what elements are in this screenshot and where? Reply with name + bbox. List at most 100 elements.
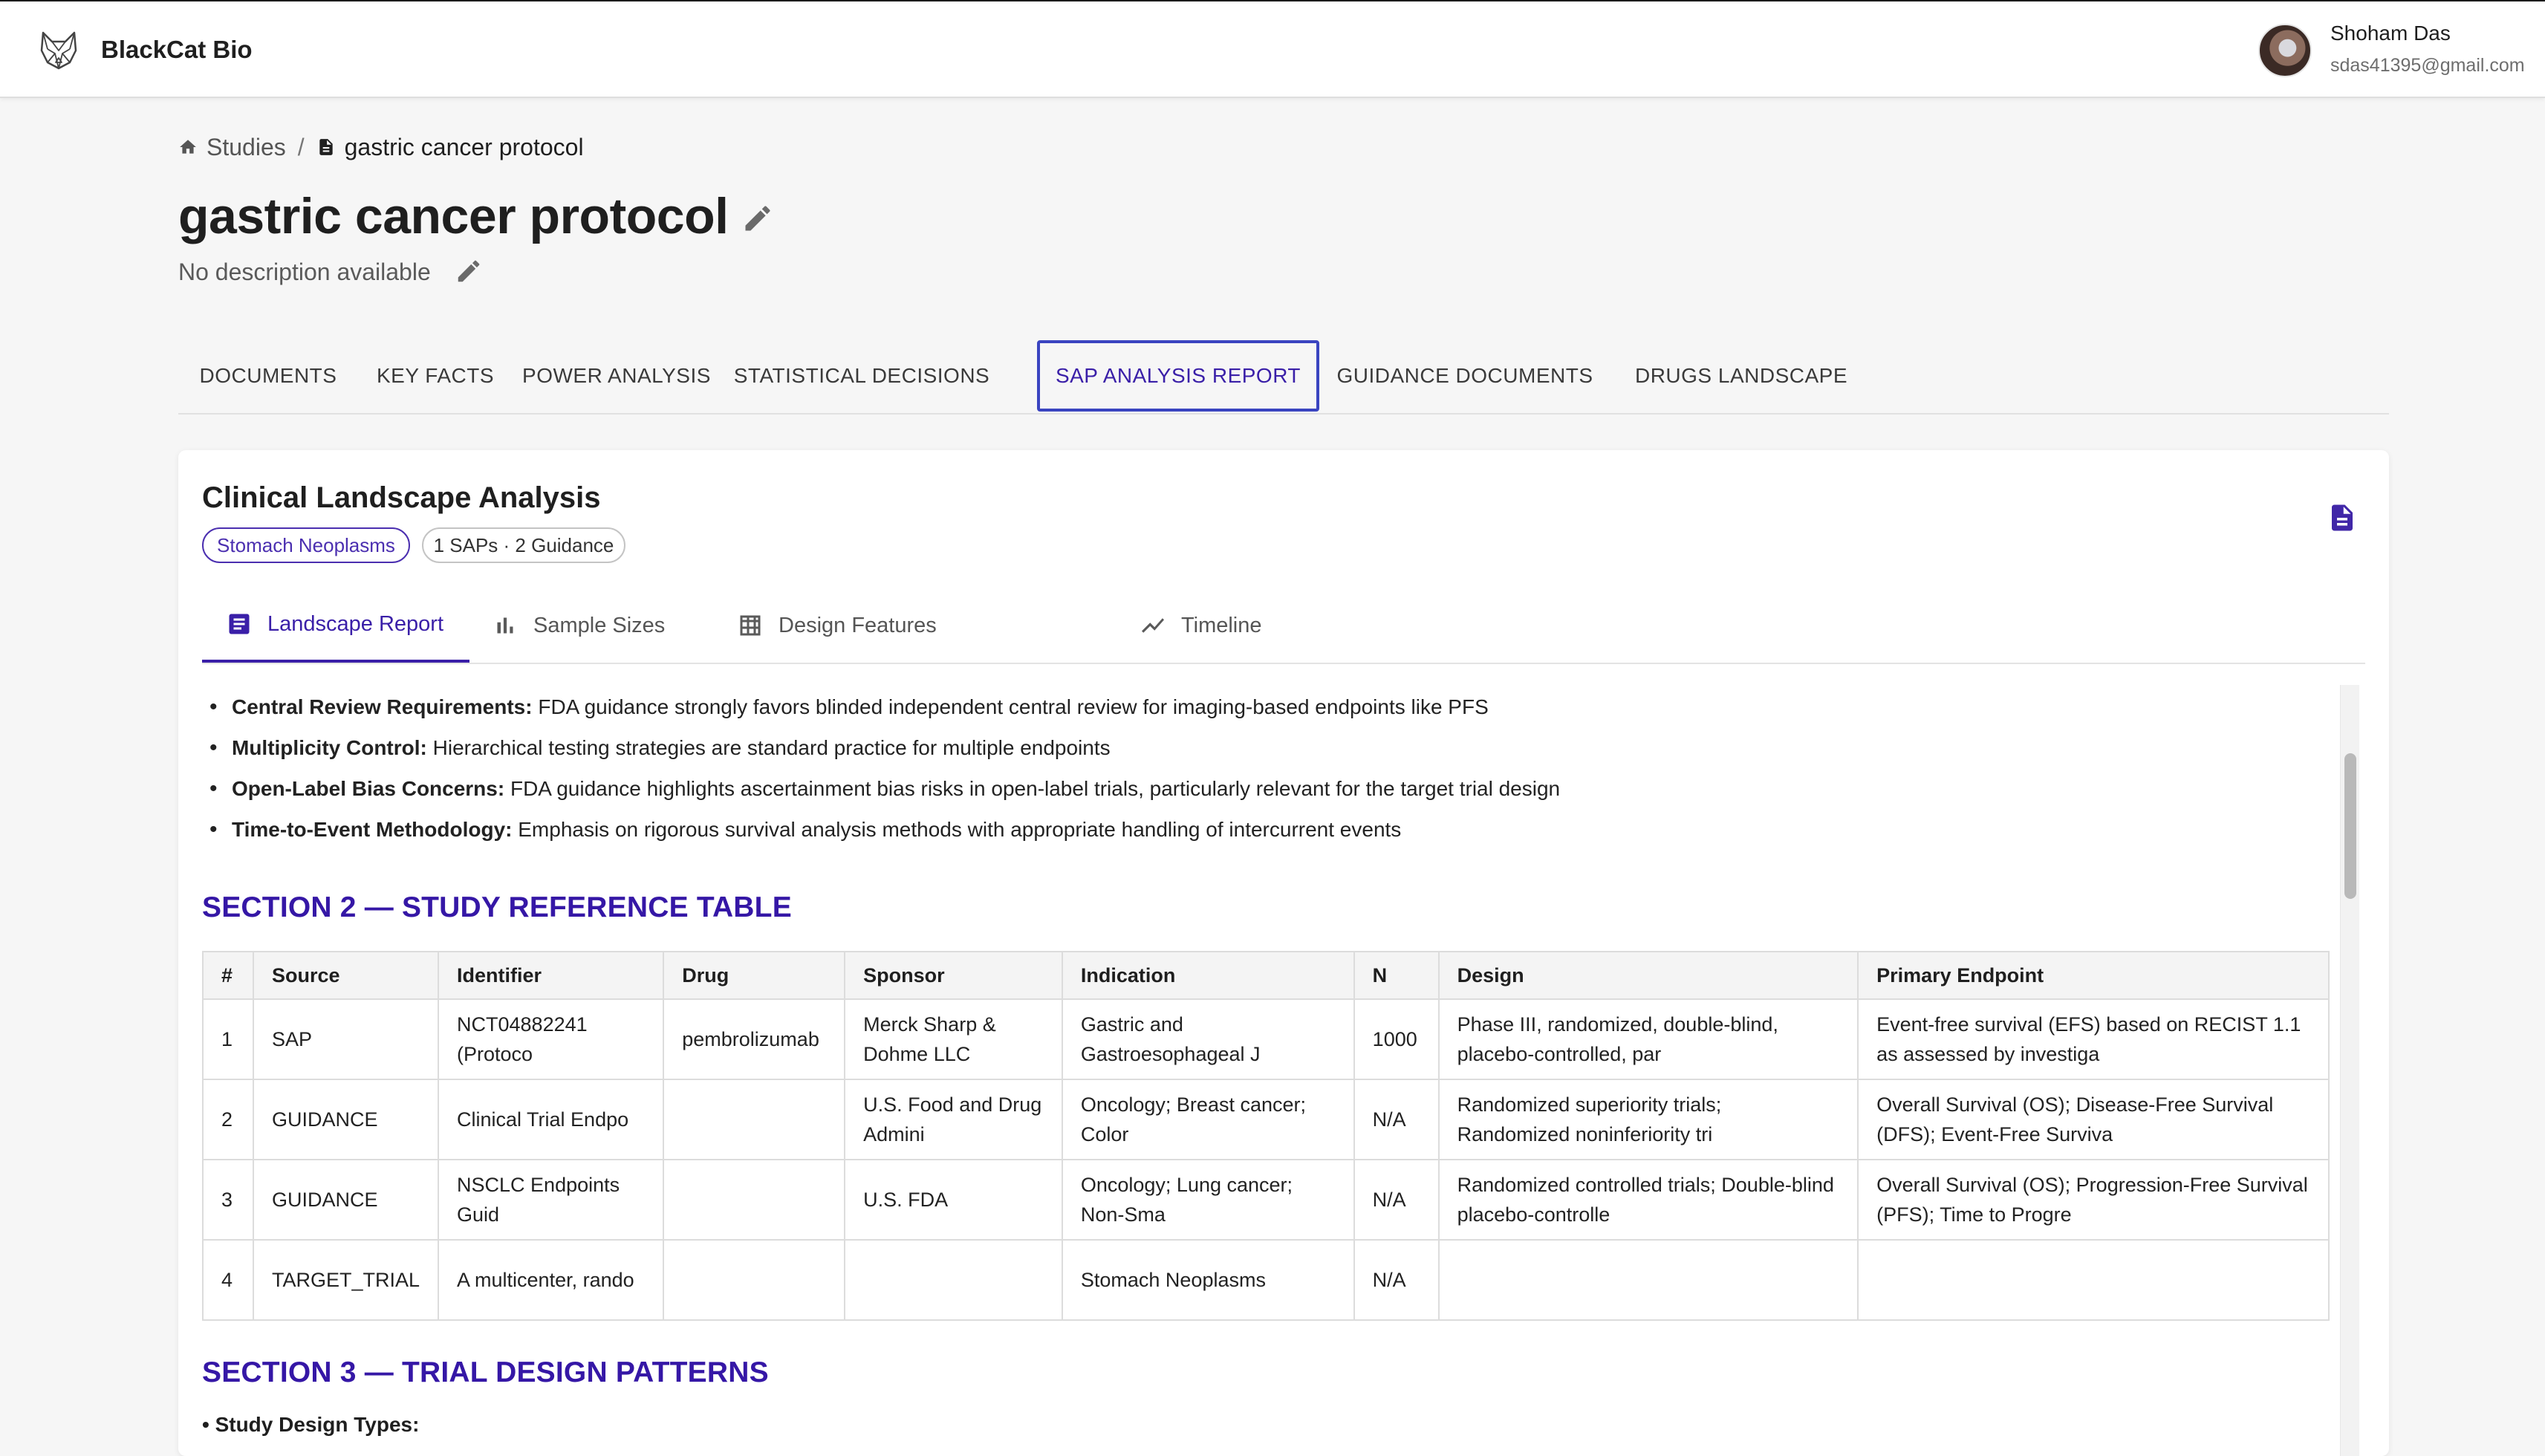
subtab-landscape-report-label: Landscape Report bbox=[267, 611, 443, 636]
table-cell: TARGET_TRIAL bbox=[252, 1239, 440, 1321]
table-cell: 1 bbox=[202, 998, 254, 1080]
user-email: sdas41395@gmail.com bbox=[2330, 55, 2525, 76]
table-cell: GUIDANCE bbox=[252, 1079, 440, 1160]
list-item: Central Review Requirements: FDA guidanc… bbox=[202, 692, 2330, 733]
column-header: Drug bbox=[663, 951, 846, 1000]
trend-line-icon bbox=[1142, 618, 1164, 633]
tab-guidance-documents[interactable]: GUIDANCE DOCUMENTS bbox=[1328, 340, 1602, 412]
user-avatar[interactable] bbox=[2258, 24, 2312, 77]
table-cell: 2 bbox=[202, 1079, 254, 1160]
column-header: Source bbox=[252, 951, 440, 1000]
table-cell: NCT04882241 (Protoco bbox=[438, 998, 665, 1080]
column-header: N bbox=[1353, 951, 1440, 1000]
table-cell bbox=[1437, 1239, 1859, 1321]
table-cell: N/A bbox=[1353, 1239, 1440, 1321]
bar-chart-icon bbox=[497, 617, 513, 634]
subtab-sample-sizes[interactable]: Sample Sizes bbox=[492, 588, 665, 663]
table-row: 4 TARGET_TRIAL A multicenter, rando Stom… bbox=[202, 1239, 2330, 1321]
list-item: Time-to-Event Methodology: Emphasis on r… bbox=[202, 815, 2330, 856]
study-reference-table: # Source Identifier Drug Sponsor Indicat… bbox=[202, 951, 2330, 1321]
table-cell: Randomized controlled trials; Double-bli… bbox=[1437, 1159, 1859, 1241]
column-header: # bbox=[202, 951, 254, 1000]
tab-power-analysis[interactable]: POWER ANALYSIS bbox=[511, 340, 722, 412]
document-icon bbox=[319, 139, 333, 155]
table-cell bbox=[1857, 1239, 2330, 1321]
tab-documents[interactable]: DOCUMENTS bbox=[178, 340, 358, 412]
section-3-heading: SECTION 3 — TRIAL DESIGN PATTERNS bbox=[202, 1356, 769, 1388]
tab-sap-analysis-report[interactable]: SAP ANALYSIS REPORT bbox=[1037, 340, 1319, 412]
considerations-list: Central Review Requirements: FDA guidanc… bbox=[202, 692, 2330, 856]
study-design-types-label: • Study Design Types: bbox=[202, 1413, 420, 1436]
column-header: Design bbox=[1437, 951, 1859, 1000]
clinical-landscape-card: Clinical Landscape Analysis Stomach Neop… bbox=[178, 450, 2389, 1456]
subtab-design-features[interactable]: Design Features bbox=[737, 588, 937, 663]
table-cell: 1000 bbox=[1353, 998, 1440, 1080]
subtab-design-features-label: Design Features bbox=[779, 613, 937, 637]
cat-logo-icon[interactable] bbox=[37, 28, 80, 71]
column-header: Identifier bbox=[438, 951, 665, 1000]
subtab-sample-sizes-label: Sample Sizes bbox=[533, 613, 666, 637]
indication-chip: Stomach Neoplasms bbox=[202, 527, 410, 563]
table-cell: GUIDANCE bbox=[252, 1159, 440, 1241]
page-title: gastric cancer protocol bbox=[178, 188, 729, 244]
page-description: No description available bbox=[178, 259, 431, 285]
export-document-icon[interactable] bbox=[2327, 502, 2358, 533]
table-cell: U.S. FDA bbox=[844, 1159, 1063, 1241]
breadcrumb-separator: / bbox=[297, 133, 305, 160]
edit-description-pencil-icon[interactable] bbox=[455, 257, 483, 285]
list-item: Open-Label Bias Concerns: FDA guidance h… bbox=[202, 774, 2330, 815]
table-cell: N/A bbox=[1353, 1079, 1440, 1160]
breadcrumb: Studies / gastric cancer protocol bbox=[178, 132, 584, 162]
subtab-timeline[interactable]: Timeline bbox=[1140, 588, 1262, 663]
brand-name[interactable]: BlackCat Bio bbox=[101, 36, 253, 64]
main-tabs: DOCUMENTS KEY FACTS POWER ANALYSIS STATI… bbox=[178, 340, 2389, 415]
table-cell: Phase III, randomized, double-blind, pla… bbox=[1437, 998, 1859, 1080]
breadcrumb-current: gastric cancer protocol bbox=[316, 134, 584, 161]
table-cell: Gastric and Gastroesophageal J bbox=[1061, 998, 1355, 1080]
tab-statistical-decisions[interactable]: STATISTICAL DECISIONS bbox=[728, 340, 995, 412]
table-cell: pembrolizumab bbox=[663, 998, 846, 1080]
scrollbar-thumb[interactable] bbox=[2344, 753, 2356, 899]
edit-title-pencil-icon[interactable] bbox=[741, 202, 774, 235]
article-icon bbox=[229, 614, 250, 634]
table-cell: Oncology; Breast cancer; Color bbox=[1061, 1079, 1355, 1160]
table-cell bbox=[663, 1159, 846, 1241]
report-scrollbar[interactable] bbox=[2340, 685, 2359, 1456]
table-cell: NSCLC Endpoints Guid bbox=[438, 1159, 665, 1241]
table-cell: Event-free survival (EFS) based on RECIS… bbox=[1857, 998, 2330, 1080]
table-cell bbox=[663, 1239, 846, 1321]
table-row: 3 GUIDANCE NSCLC Endpoints Guid U.S. FDA… bbox=[202, 1159, 2330, 1241]
section-2-heading: SECTION 2 — STUDY REFERENCE TABLE bbox=[202, 891, 792, 923]
source-count-chip: 1 SAPs · 2 Guidance bbox=[422, 527, 625, 563]
table-cell: A multicenter, rando bbox=[438, 1239, 665, 1321]
tab-drugs-landscape[interactable]: DRUGS LANDSCAPE bbox=[1622, 340, 1860, 412]
home-icon bbox=[180, 140, 196, 154]
tab-key-facts[interactable]: KEY FACTS bbox=[364, 340, 507, 412]
subtab-landscape-report[interactable]: Landscape Report bbox=[202, 588, 469, 663]
table-cell: Overall Survival (OS); Progression-Free … bbox=[1857, 1159, 2330, 1241]
report-content[interactable]: Central Review Requirements: FDA guidanc… bbox=[202, 685, 2330, 1456]
table-cell: 4 bbox=[202, 1239, 254, 1321]
table-cell: Merck Sharp & Dohme LLC bbox=[844, 998, 1063, 1080]
table-cell: Stomach Neoplasms bbox=[1061, 1239, 1355, 1321]
table-cell: Randomized superiority trials; Randomize… bbox=[1437, 1079, 1859, 1160]
table-header-row: # Source Identifier Drug Sponsor Indicat… bbox=[202, 951, 2330, 1000]
table-cell: SAP bbox=[252, 998, 440, 1080]
breadcrumb-studies[interactable]: Studies bbox=[178, 134, 286, 161]
table-cell: U.S. Food and Drug Admini bbox=[844, 1079, 1063, 1160]
table-cell: Clinical Trial Endpo bbox=[438, 1079, 665, 1160]
report-sub-tabs: Landscape Report Sample Sizes Design Fea… bbox=[202, 588, 2365, 664]
subtab-timeline-label: Timeline bbox=[1181, 613, 1262, 637]
column-header: Indication bbox=[1061, 951, 1355, 1000]
table-cell: Oncology; Lung cancer; Non-Sma bbox=[1061, 1159, 1355, 1241]
list-item: Multiplicity Control: Hierarchical testi… bbox=[202, 733, 2330, 774]
card-title: Clinical Landscape Analysis bbox=[202, 481, 601, 514]
table-cell: 3 bbox=[202, 1159, 254, 1241]
table-row: 2 GUIDANCE Clinical Trial Endpo U.S. Foo… bbox=[202, 1079, 2330, 1160]
app-bar: BlackCat Bio Shoham Das sdas41395@gmail.… bbox=[0, 0, 2545, 98]
table-cell bbox=[844, 1239, 1063, 1321]
table-cell: Overall Survival (OS); Disease-Free Surv… bbox=[1857, 1079, 2330, 1160]
table-row: 1 SAP NCT04882241 (Protoco pembrolizumab… bbox=[202, 998, 2330, 1080]
table-cell bbox=[663, 1079, 846, 1160]
column-header: Sponsor bbox=[844, 951, 1063, 1000]
